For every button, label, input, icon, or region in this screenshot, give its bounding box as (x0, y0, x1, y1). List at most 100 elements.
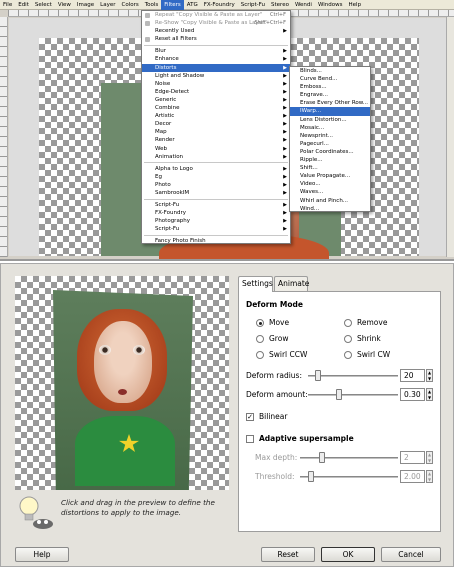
menu-colors[interactable]: Colors (118, 0, 141, 10)
menu-item-blur[interactable]: Blur ▶ (142, 47, 290, 55)
menu-item-video[interactable]: Video... (290, 180, 370, 188)
bilinear-checkbox[interactable]: ✓ Bilinear (246, 411, 287, 422)
tab-animate[interactable]: Animate (274, 276, 309, 291)
menu-item-erase-every-other-row[interactable]: Erase Every Other Row... (290, 99, 370, 107)
menu-item-lens-distortion[interactable]: Lens Distortion... (290, 116, 370, 124)
menu-separator (144, 162, 288, 164)
menu-item-script-fu[interactable]: Script-Fu ▶ (142, 201, 290, 209)
menu-item-reset-all[interactable]: Reset all Filters (142, 35, 290, 43)
menu-item-fancy-photo-finish[interactable]: Fancy Photo Finish (142, 237, 290, 245)
menu-filters[interactable]: Filters (161, 0, 184, 10)
cancel-button[interactable]: Cancel (381, 547, 441, 562)
ok-button[interactable]: OK (321, 547, 375, 562)
menu-item-pagecurl[interactable]: Pagecurl... (290, 140, 370, 148)
menu-item-decor[interactable]: Decor ▶ (142, 120, 290, 128)
menu-item-sambrookim[interactable]: SambrookIM ▶ (142, 189, 290, 197)
adaptive-supersample-checkbox[interactable]: Adaptive supersample (246, 433, 354, 444)
radio-remove[interactable]: Remove (344, 317, 387, 328)
deform-amount-track[interactable] (308, 394, 398, 396)
max-depth-spin-buttons: ▲ ▼ (426, 451, 433, 464)
radio-button[interactable] (256, 334, 264, 343)
menu-item-noise[interactable]: Noise ▶ (142, 80, 290, 88)
menu-item-web[interactable]: Web ▶ (142, 145, 290, 153)
submenu-arrow-icon: ▶ (283, 113, 287, 120)
menu-image[interactable]: Image (74, 0, 97, 10)
menu-item-newsprint[interactable]: Newsprint... (290, 132, 370, 140)
menu-item-value-propagate[interactable]: Value Propagate... (290, 172, 370, 180)
radio-button[interactable] (344, 350, 352, 359)
menu-item-render[interactable]: Render ▶ (142, 136, 290, 144)
deform-amount-thumb[interactable] (336, 389, 342, 400)
menu-file[interactable]: File (0, 0, 15, 10)
radio-move[interactable]: Move (256, 317, 289, 328)
menu-item-eg[interactable]: Eg ▶ (142, 173, 290, 181)
help-button[interactable]: Help (15, 547, 69, 562)
radio-button[interactable] (344, 318, 352, 327)
submenu-arrow-icon: ▶ (283, 202, 287, 209)
submenu-arrow-icon: ▶ (283, 72, 287, 79)
deform-amount-spin-buttons[interactable]: ▲ ▼ (426, 388, 433, 401)
radio-shrink[interactable]: Shrink (344, 333, 381, 344)
radio-swirl-ccw[interactable]: Swirl CCW (256, 349, 307, 360)
menu-layer[interactable]: Layer (97, 0, 118, 10)
radio-grow[interactable]: Grow (256, 333, 288, 344)
deform-radius-input[interactable]: 20 (400, 369, 425, 382)
menu-item-blinds[interactable]: Blinds... (290, 67, 370, 75)
menu-item-alpha-to-logo[interactable]: Alpha to Logo ▶ (142, 165, 290, 173)
menu-item-animation[interactable]: Animation ▶ (142, 153, 290, 161)
menu-select[interactable]: Select (32, 0, 55, 10)
menu-item-enhance[interactable]: Enhance ▶ (142, 55, 290, 63)
menu-atg[interactable]: ATG (184, 0, 201, 10)
menu-item-light-and-shadow[interactable]: Light and Shadow ▶ (142, 72, 290, 80)
checkbox-box[interactable] (246, 434, 254, 443)
menu-tools[interactable]: Tools (142, 0, 162, 10)
menu-item-ripple[interactable]: Ripple... (290, 156, 370, 164)
preview-right-eye (133, 345, 145, 355)
menu-item-photography[interactable]: Photography ▶ (142, 217, 290, 225)
radio-button[interactable] (256, 318, 264, 327)
tab-settings[interactable]: Settings (238, 276, 273, 292)
menu-item-engrave[interactable]: Engrave... (290, 91, 370, 99)
deform-radius-thumb[interactable] (315, 370, 321, 381)
menu-windows[interactable]: Windows (315, 0, 346, 10)
menu-item-combine[interactable]: Combine ▶ (142, 104, 290, 112)
menu-help[interactable]: Help (346, 0, 365, 10)
deform-radius-track[interactable] (308, 375, 398, 377)
menu-item-generic[interactable]: Generic ▶ (142, 96, 290, 104)
menu-item-emboss[interactable]: Emboss... (290, 83, 370, 91)
menu-wendi[interactable]: Wendi (292, 0, 315, 10)
radio-swirl-cw[interactable]: Swirl CW (344, 349, 390, 360)
vertical-scrollbar[interactable] (446, 17, 454, 257)
menu-item-polar-coordinates[interactable]: Polar Coordinates... (290, 148, 370, 156)
menu-fx-foundry[interactable]: FX-Foundry (201, 0, 238, 10)
menu-item-map[interactable]: Map ▶ (142, 128, 290, 136)
menu-script-fu[interactable]: Script-Fu (238, 0, 268, 10)
menu-item-photo[interactable]: Photo ▶ (142, 181, 290, 189)
menu-item-curve-bend[interactable]: Curve Bend... (290, 75, 370, 83)
menu-item-artistic[interactable]: Artistic ▶ (142, 112, 290, 120)
menu-item-edge-detect[interactable]: Edge-Detect ▶ (142, 88, 290, 96)
preview-shirt (75, 416, 175, 486)
menu-item-iwarp[interactable]: IWarp... (290, 107, 370, 116)
menu-stereo[interactable]: Stereo (268, 0, 292, 10)
submenu-arrow-icon: ▶ (283, 226, 287, 233)
menu-item-waves[interactable]: Waves... (290, 188, 370, 196)
radio-button[interactable] (256, 350, 264, 359)
preview-area[interactable] (15, 276, 229, 490)
menu-item-wind[interactable]: Wind... (290, 205, 370, 213)
menu-edit[interactable]: Edit (15, 0, 32, 10)
menu-item-script-fu-2[interactable]: Script-Fu ▶ (142, 225, 290, 233)
deform-amount-label: Deform amount: (246, 390, 308, 399)
reset-button[interactable]: Reset (261, 547, 315, 562)
menu-item-shift[interactable]: Shift... (290, 164, 370, 172)
menu-view[interactable]: View (55, 0, 74, 10)
deform-amount-input[interactable]: 0.30 (400, 388, 425, 401)
menu-item-fx-foundry[interactable]: FX-Foundry ▶ (142, 209, 290, 217)
menu-item-recently-used[interactable]: Recently Used ▶ (142, 27, 290, 35)
deform-radius-spin-buttons[interactable]: ▲ ▼ (426, 369, 433, 382)
menu-item-mosaic[interactable]: Mosaic... (290, 124, 370, 132)
menu-item-distorts[interactable]: Distorts ▶ (142, 63, 290, 72)
menu-item-whirl-and-pinch[interactable]: Whirl and Pinch... (290, 197, 370, 205)
radio-button[interactable] (344, 334, 352, 343)
checkbox-box[interactable]: ✓ (246, 412, 254, 421)
